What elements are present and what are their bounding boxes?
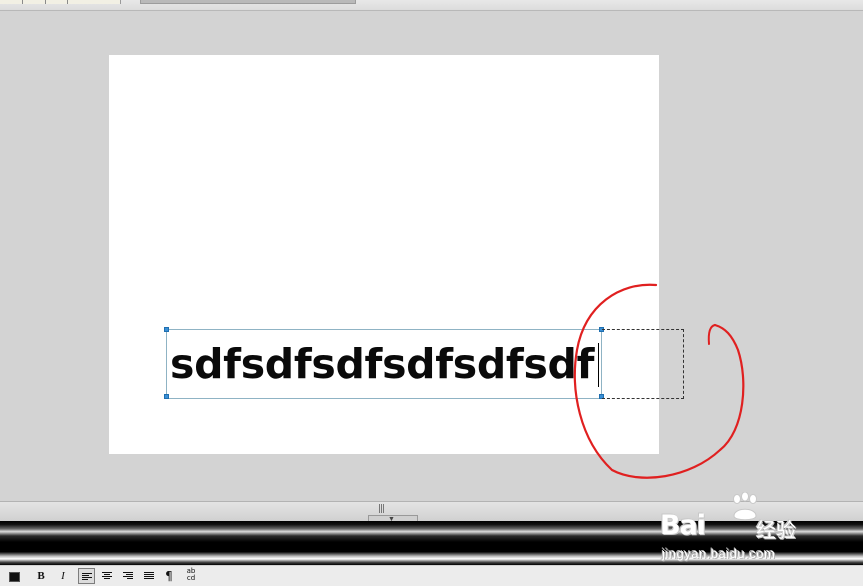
ruler-tick (45, 0, 46, 4)
horizontal-scrollbar[interactable] (140, 0, 356, 4)
resize-handle-bottom-left[interactable] (164, 394, 169, 399)
pilcrow-icon[interactable]: ¶ (163, 568, 175, 584)
align-justify-icon[interactable] (141, 568, 157, 584)
top-toolbar-strip (0, 0, 863, 11)
red-circle-annotation (573, 283, 745, 479)
align-center-icon[interactable] (99, 568, 115, 584)
watermark-suffix: 经验 (756, 518, 796, 542)
bold-button[interactable]: B (36, 568, 46, 584)
splitter-grip[interactable]: ||| (378, 504, 385, 514)
text-box-content[interactable]: sdfsdfsdfsdfsdfsdf (170, 338, 594, 390)
ruler-tick (67, 0, 68, 4)
baidu-jingyan-watermark: Bai 经验 jingyan.baidu.com (660, 492, 820, 568)
spelling-check-icon[interactable]: ab cd (182, 568, 200, 584)
align-left-icon[interactable] (78, 568, 95, 584)
italic-button[interactable]: I (58, 568, 68, 584)
text-box[interactable]: sdfsdfsdfsdfsdfsdf (164, 327, 604, 399)
ruler-segment (0, 0, 121, 4)
watermark-brand: Bai (660, 510, 706, 541)
font-color-icon[interactable] (6, 568, 24, 584)
formatting-toolbar: B I ¶ ab cd (0, 566, 863, 586)
ruler-tick (22, 0, 23, 4)
resize-handle-top-left[interactable] (164, 327, 169, 332)
align-right-icon[interactable] (120, 568, 136, 584)
watermark-url: jingyan.baidu.com (662, 546, 776, 561)
